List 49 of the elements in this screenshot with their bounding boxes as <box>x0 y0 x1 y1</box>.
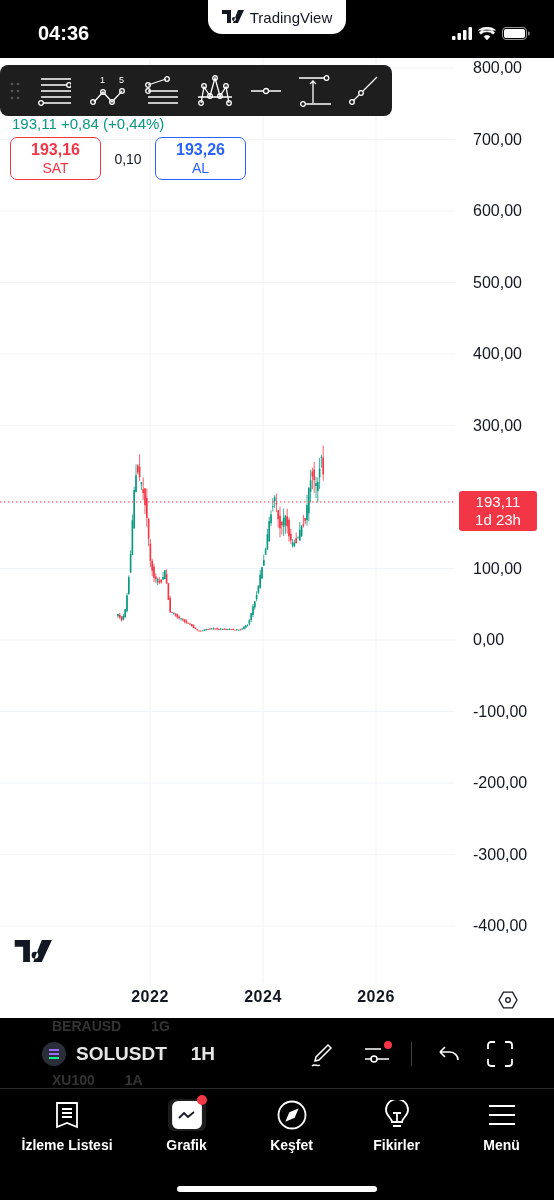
drag-handle-icon[interactable] <box>10 81 20 100</box>
axis-label: 400,00 <box>473 344 522 364</box>
axis-label: 2024 <box>244 988 282 1006</box>
menu-icon <box>487 1104 516 1126</box>
chart-icon <box>171 1101 202 1129</box>
coin-icon <box>42 1042 66 1066</box>
axis-label: -300,00 <box>473 844 528 865</box>
axis-label: 600,00 <box>473 201 522 221</box>
nav-tab[interactable]: Keşfet <box>239 1093 345 1169</box>
buy-button[interactable]: 193,26 AL <box>155 137 246 180</box>
axis-label: -400,00 <box>473 916 528 936</box>
nav-tab[interactable]: Fikirler <box>344 1093 450 1169</box>
horizontal-line-tool-icon[interactable] <box>251 86 282 95</box>
fullscreen-icon[interactable] <box>486 1040 514 1068</box>
axis-label: 700,00 <box>473 129 522 150</box>
price-change: 193,11 +0,84 (+0,44%) <box>11 116 166 132</box>
sell-button[interactable]: 193,16 SAT <box>10 137 101 180</box>
axis-label: 0,00 <box>473 630 505 650</box>
compass-icon <box>276 1100 307 1130</box>
axis-label: 2022 <box>131 988 169 1006</box>
nav-tab[interactable]: Grafik <box>134 1093 240 1169</box>
status-time: 04:36 <box>38 21 90 45</box>
lightbulb-icon <box>382 1100 411 1130</box>
undo-icon[interactable] <box>438 1045 460 1063</box>
battery-icon <box>502 26 530 40</box>
signal-icon <box>452 26 472 40</box>
axis-label: 300,00 <box>473 415 522 436</box>
interval-selector[interactable]: 1H <box>190 1043 216 1065</box>
price-label: 193,11 1d 23h <box>459 491 537 531</box>
trend-line-tool-icon[interactable] <box>347 75 378 106</box>
app-banner: TradingView <box>208 0 346 34</box>
pattern-tool-icon[interactable] <box>195 74 234 107</box>
measure-tool-icon[interactable] <box>298 74 331 107</box>
axis-label: -100,00 <box>473 701 528 722</box>
axis-label: 2026 <box>357 988 395 1006</box>
axis-label: 100,00 <box>473 558 522 579</box>
settings-icon[interactable] <box>498 990 518 1010</box>
symbol-selector[interactable]: SOLUSDT <box>76 1043 167 1065</box>
nav-tab[interactable]: İzleme Listesi <box>0 1093 135 1169</box>
logo-icon <box>221 10 246 24</box>
spread-value: 0,10 <box>113 150 143 167</box>
fibonacci-tool-icon[interactable] <box>37 75 72 106</box>
axis-label: 800,00 <box>473 58 522 78</box>
axis-label: 500,00 <box>473 272 522 293</box>
axis-label: -200,00 <box>473 773 528 793</box>
nav-tab[interactable]: Menü <box>449 1093 554 1169</box>
document-icon <box>55 1101 80 1129</box>
wifi-icon <box>478 26 496 40</box>
pitchfork-tool-icon[interactable] <box>144 75 179 106</box>
